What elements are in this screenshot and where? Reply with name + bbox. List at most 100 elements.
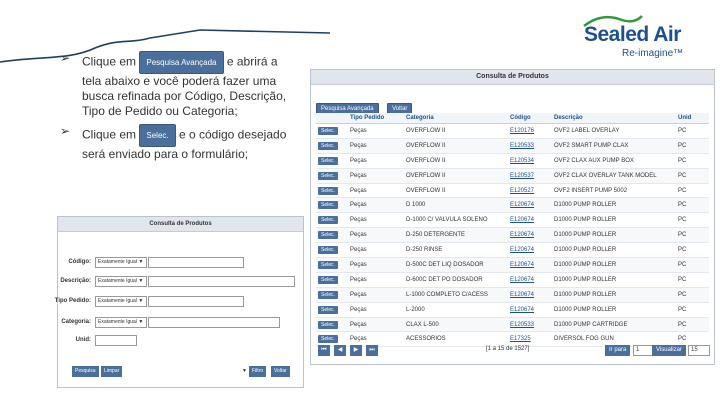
select-row-button[interactable]: Selec. [318, 320, 338, 329]
bullet-1-before: Clique em [82, 54, 137, 69]
cell-descricao: D1000 PUMP ROLLER [552, 227, 676, 244]
product-code-link[interactable]: E17325 [510, 336, 531, 342]
col-unid-header[interactable]: Unid [676, 113, 709, 124]
select-row-button[interactable]: Selec. [318, 201, 338, 210]
product-code-link[interactable]: E120527 [510, 188, 534, 194]
select-row-button[interactable]: Selec. [318, 186, 338, 195]
select-row-button[interactable]: Selec. [318, 156, 338, 165]
select-row-button[interactable]: Selec. [318, 141, 338, 150]
bullet-2-before: Clique em [82, 127, 137, 142]
goto-page-button[interactable]: Ir para [605, 345, 631, 356]
cell-unid: PC [676, 138, 709, 154]
select-row-button[interactable]: Selec. [318, 246, 338, 255]
match-mode-value: Exatamente Igual [98, 259, 137, 265]
cell-descricao: OVF2 INSERT PUMP 5002 [552, 183, 676, 199]
codigo-input[interactable] [148, 257, 244, 268]
col-descricao-header[interactable]: Descrição [552, 113, 676, 124]
product-code-link[interactable]: E120674 [510, 232, 534, 238]
chevron-down-icon: ▼ [138, 278, 144, 284]
table-row: Selec. Peças D-500C DET LIQ DOSADOR E120674… [316, 257, 709, 273]
product-code-link[interactable]: E120537 [510, 173, 534, 179]
descricao-input[interactable] [148, 276, 295, 287]
cell-tipo: Peças [348, 257, 404, 273]
cell-codigo: E120674 [508, 272, 552, 288]
logo-tagline: Re-imagine™ [622, 48, 684, 59]
field-label: Código: [68, 259, 91, 265]
match-mode-value: Exatamente Igual [98, 319, 137, 325]
select-row-button[interactable]: Selec. [318, 335, 338, 344]
categoria-input[interactable] [148, 317, 280, 328]
chevron-down-icon[interactable]: ▼ [242, 368, 247, 374]
select-row-button[interactable]: Selec. [318, 305, 338, 314]
last-page-icon[interactable]: ⏭ [366, 345, 378, 356]
product-code-link[interactable]: E120674 [510, 307, 534, 313]
cell-categoria: D-250 DETERGENTE [404, 227, 508, 244]
search-form-title: Consulta de Produtos [58, 217, 303, 232]
match-mode-select[interactable]: Exatamente Igual ▼ [95, 257, 147, 268]
match-mode-select[interactable]: Exatamente Igual ▼ [95, 276, 147, 287]
unid-input[interactable] [95, 335, 137, 346]
product-code-link[interactable]: E120533 [510, 143, 534, 149]
first-page-icon[interactable]: ⏮ [318, 345, 330, 356]
select-row-button[interactable]: Selec. [318, 216, 338, 225]
select-row-button[interactable]: Selec. [318, 290, 338, 299]
select-row-button[interactable]: Selec. [318, 171, 338, 180]
product-code-link[interactable]: E120674 [510, 262, 534, 268]
per-page-input[interactable]: 15 [688, 345, 710, 356]
cell-tipo: Peças [348, 272, 404, 288]
visualize-button[interactable]: Visualizar [652, 345, 686, 356]
search-button[interactable]: Pesquisa [72, 366, 99, 377]
product-code-link[interactable]: E120533 [510, 322, 534, 328]
table-row: Selec. Peças D-250 DETERGENTE E120674 D1000 … [316, 227, 709, 244]
table-row: Selec. Peças OVERFLOW II E120534 OVF2 CLAX A… [316, 153, 709, 169]
table-row: Selec. Peças OVERFLOW II E120537 OVF2 CLAX O… [316, 168, 709, 184]
prev-page-icon[interactable]: ◀ [334, 345, 346, 356]
results-title: Consulta de Produtos [311, 70, 714, 85]
bullet-2-arrow-icon: ➢ [60, 124, 71, 138]
table-row: Selec. Peças OVERFLOW II E120527 OVF2 INSERT… [316, 183, 709, 199]
select-row-button[interactable]: Selec. [318, 231, 338, 240]
product-code-link[interactable]: E120674 [510, 292, 534, 298]
field-row-tipo-pedido: Tipo Pedido: Exatamente Igual ▼ [55, 296, 303, 308]
product-code-link[interactable]: E120674 [510, 277, 534, 283]
pager: ⏮ ◀ ▶ ⏭ [1 a 15 de 1527] Ir para 1 Visua… [316, 345, 710, 357]
select-row-button[interactable]: Selec. [318, 275, 338, 284]
tipo-pedido-input[interactable] [148, 296, 244, 307]
cell-descricao: D1000 PUMP ROLLER [552, 302, 676, 318]
cell-select: Selec. [316, 302, 348, 318]
cell-descricao: D1000 PUMP ROLLER [552, 257, 676, 273]
product-code-link[interactable]: E120674 [510, 202, 534, 208]
product-code-link[interactable]: E120674 [510, 247, 534, 253]
cell-descricao: D1000 PUMP CARTRIDGE [552, 317, 676, 333]
cell-tipo: Peças [348, 317, 404, 333]
next-page-icon[interactable]: ▶ [350, 345, 362, 356]
cell-select: Selec. [316, 272, 348, 288]
cell-codigo: E120674 [508, 287, 552, 303]
select-row-button[interactable]: Selec. [318, 126, 338, 135]
cell-codigo: E120674 [508, 257, 552, 273]
field-label: Unid: [75, 337, 91, 343]
product-code-link[interactable]: E120176 [510, 128, 534, 134]
col-tipo-header[interactable]: Tipo Pedido [348, 113, 404, 124]
product-code-link[interactable]: E120674 [510, 217, 534, 223]
col-codigo-header[interactable]: Código [508, 113, 552, 124]
match-mode-select[interactable]: Exatamente Igual ▼ [95, 296, 147, 307]
clear-button[interactable]: Limpar [101, 366, 123, 377]
cell-unid: PC [676, 287, 709, 303]
cell-categoria: OVERFLOW II [404, 183, 508, 199]
select-example-button: Selec. [139, 124, 176, 147]
cell-select: Selec. [316, 317, 348, 333]
field-row-descricao: Descrição: Exatamente Igual ▼ [58, 276, 303, 288]
match-mode-select[interactable]: Exatamente Igual ▼ [95, 317, 147, 328]
table-row: Selec. Peças OVERFLOW II E120533 OVF2 SMART … [316, 138, 709, 154]
field-label: Categoria: [61, 319, 91, 325]
match-mode-value: Exatamente Igual [98, 278, 137, 284]
filter-button[interactable]: Filtro [249, 366, 267, 377]
product-code-link[interactable]: E120534 [510, 158, 534, 164]
cell-categoria: D-250 RINSE [404, 242, 508, 259]
cell-codigo: E120534 [508, 153, 552, 169]
col-categoria-header[interactable]: Categoria [404, 113, 508, 124]
search-back-button[interactable]: Voltar [271, 366, 290, 377]
select-row-button[interactable]: Selec. [318, 260, 338, 269]
cell-select: Selec. [316, 153, 348, 169]
